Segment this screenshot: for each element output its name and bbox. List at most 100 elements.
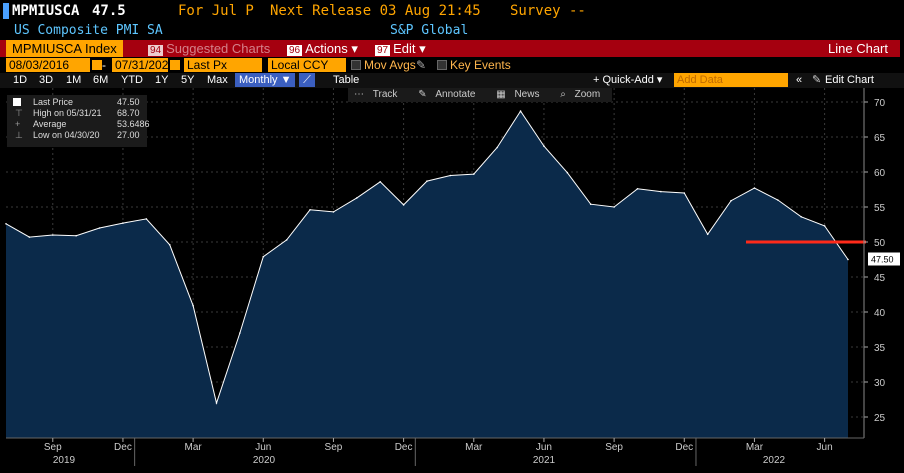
data-point — [5, 223, 7, 225]
data-point — [566, 171, 569, 174]
data-point — [589, 203, 592, 205]
year-label: 2019 — [53, 455, 76, 466]
y-tick-label: 50 — [874, 238, 886, 249]
start-date-input[interactable]: 08/03/2016 — [6, 58, 90, 72]
security-description: US Composite PMI SA — [14, 23, 163, 38]
data-point — [356, 197, 358, 199]
edit-chart-pencil-icon[interactable]: ✎ — [812, 73, 821, 87]
y-tick-label: 70 — [874, 98, 886, 109]
x-tick-label: Dec — [675, 442, 693, 453]
data-point — [753, 187, 756, 189]
data-point — [239, 332, 241, 334]
pencil-icon[interactable]: ✎ — [416, 58, 426, 72]
edit-number: 97 — [375, 45, 391, 56]
y-tick-label: 45 — [874, 273, 886, 284]
controls-row: 08/03/2016 - 07/31/2022 Last Px Local CC… — [0, 58, 904, 73]
data-point — [613, 206, 615, 208]
zoom-label: Zoom — [574, 89, 601, 100]
period-3d[interactable]: 3D — [39, 73, 53, 87]
news-tool[interactable]: ▦ News — [496, 89, 545, 100]
quick-add-button[interactable]: + Quick-Add ▾ — [593, 73, 662, 87]
period-1m[interactable]: 1M — [66, 73, 81, 87]
table-button[interactable]: Table — [333, 73, 359, 87]
period-5y[interactable]: 5Y — [181, 73, 194, 87]
period-1y[interactable]: 1Y — [155, 73, 168, 87]
data-source: S&P Global — [390, 23, 469, 38]
high-marker-icon: ⊤ — [15, 108, 23, 118]
data-point — [51, 234, 54, 236]
x-tick-label: Sep — [605, 442, 623, 453]
period-6m[interactable]: 6M — [93, 73, 108, 87]
data-point — [332, 211, 335, 213]
edit-menu[interactable]: 97 Edit ▾ — [375, 40, 426, 59]
key-events-checkbox[interactable] — [437, 60, 447, 70]
legend-last-price-value: 47.50 — [117, 97, 140, 107]
data-point — [519, 110, 522, 112]
add-data-input[interactable]: Add Data — [674, 73, 788, 87]
data-point — [706, 233, 709, 236]
chart-legend: Last Price 47.50 ⊤ High on 05/31/21 68.7… — [7, 95, 150, 147]
data-point — [285, 239, 288, 241]
data-point — [847, 258, 849, 261]
actions-menu[interactable]: 96 Actions ▾ — [287, 40, 358, 59]
annotate-tool[interactable]: ✎ Annotate — [418, 89, 481, 100]
x-tick-label: Jun — [817, 442, 833, 453]
header-bar: MPMIUSCA 47.5 For Jul P Next Release 03 … — [0, 0, 904, 22]
mov-avgs-checkbox[interactable] — [351, 60, 361, 70]
chart-toolbar: ⋯ Track ✎ Annotate ▦ News ⌕ Zoom — [348, 88, 613, 102]
x-tick-label: Dec — [114, 442, 132, 453]
data-point — [543, 145, 545, 147]
x-tick-label: Sep — [325, 442, 343, 453]
x-tick-label: Mar — [746, 442, 764, 453]
data-point — [379, 181, 382, 183]
frequency-select[interactable]: Monthly ▼ — [235, 73, 296, 87]
data-point — [75, 234, 77, 237]
description-bar: US Composite PMI SA S&P Global — [0, 22, 904, 40]
suggested-charts-number: 94 — [148, 45, 164, 56]
area-fill — [6, 111, 848, 438]
legend-last-price-label: Last Price — [33, 97, 74, 107]
period-1d[interactable]: 1D — [13, 73, 27, 87]
start-date-calendar-icon[interactable] — [92, 60, 102, 70]
x-tick-label: Mar — [465, 442, 483, 453]
survey-label: Survey -- — [510, 3, 586, 19]
end-date-input[interactable]: 07/31/2022 — [112, 58, 175, 72]
data-point — [472, 173, 475, 175]
year-label: 2020 — [253, 455, 276, 466]
data-point — [660, 190, 662, 193]
data-point — [683, 192, 686, 194]
edit-chart-button[interactable]: Edit Chart — [825, 73, 874, 87]
data-point — [449, 174, 452, 177]
legend-average-label: Average — [33, 119, 67, 129]
average-marker-icon: + — [15, 119, 21, 129]
year-label: 2022 — [763, 455, 786, 466]
data-point — [777, 199, 779, 201]
collapse-icon[interactable]: « — [796, 73, 802, 87]
security-field[interactable]: MPMIUSCA Index — [6, 40, 123, 57]
y-tick-label: 35 — [874, 343, 886, 354]
year-label: 2021 — [533, 455, 556, 466]
y-tick-label: 40 — [874, 308, 886, 319]
end-date-calendar-icon[interactable] — [170, 60, 180, 70]
period-ytd[interactable]: YTD — [121, 73, 143, 87]
actions-label: Actions ▾ — [305, 41, 358, 56]
chart-type-label: Line Chart — [828, 41, 888, 56]
low-marker-icon: ⊥ — [15, 130, 23, 140]
currency-select[interactable]: Local CCY — [268, 58, 346, 72]
y-tick-label: 30 — [874, 378, 886, 389]
period-row: 1D 3D 1M 6M YTD 1Y 5Y Max Monthly ▼ ⟋ Ta… — [0, 73, 904, 88]
track-tool[interactable]: ⋯ Track — [354, 89, 403, 100]
chart-type-icon[interactable]: ⟋ — [299, 73, 315, 87]
news-label: News — [514, 89, 540, 100]
period-max[interactable]: Max — [207, 73, 228, 87]
for-period: For Jul P — [178, 3, 254, 19]
x-tick-label: Jun — [536, 442, 552, 453]
y-tick-label: 65 — [874, 133, 886, 144]
key-events-label: Key Events — [450, 58, 511, 72]
field-select[interactable]: Last Px — [184, 58, 262, 72]
suggested-charts-button[interactable]: 94 Suggested Charts — [148, 40, 270, 59]
x-tick-label: Dec — [395, 442, 413, 453]
zoom-tool[interactable]: ⌕ Zoom — [560, 89, 606, 100]
data-point — [192, 304, 194, 307]
y-tick-label: 60 — [874, 168, 886, 179]
